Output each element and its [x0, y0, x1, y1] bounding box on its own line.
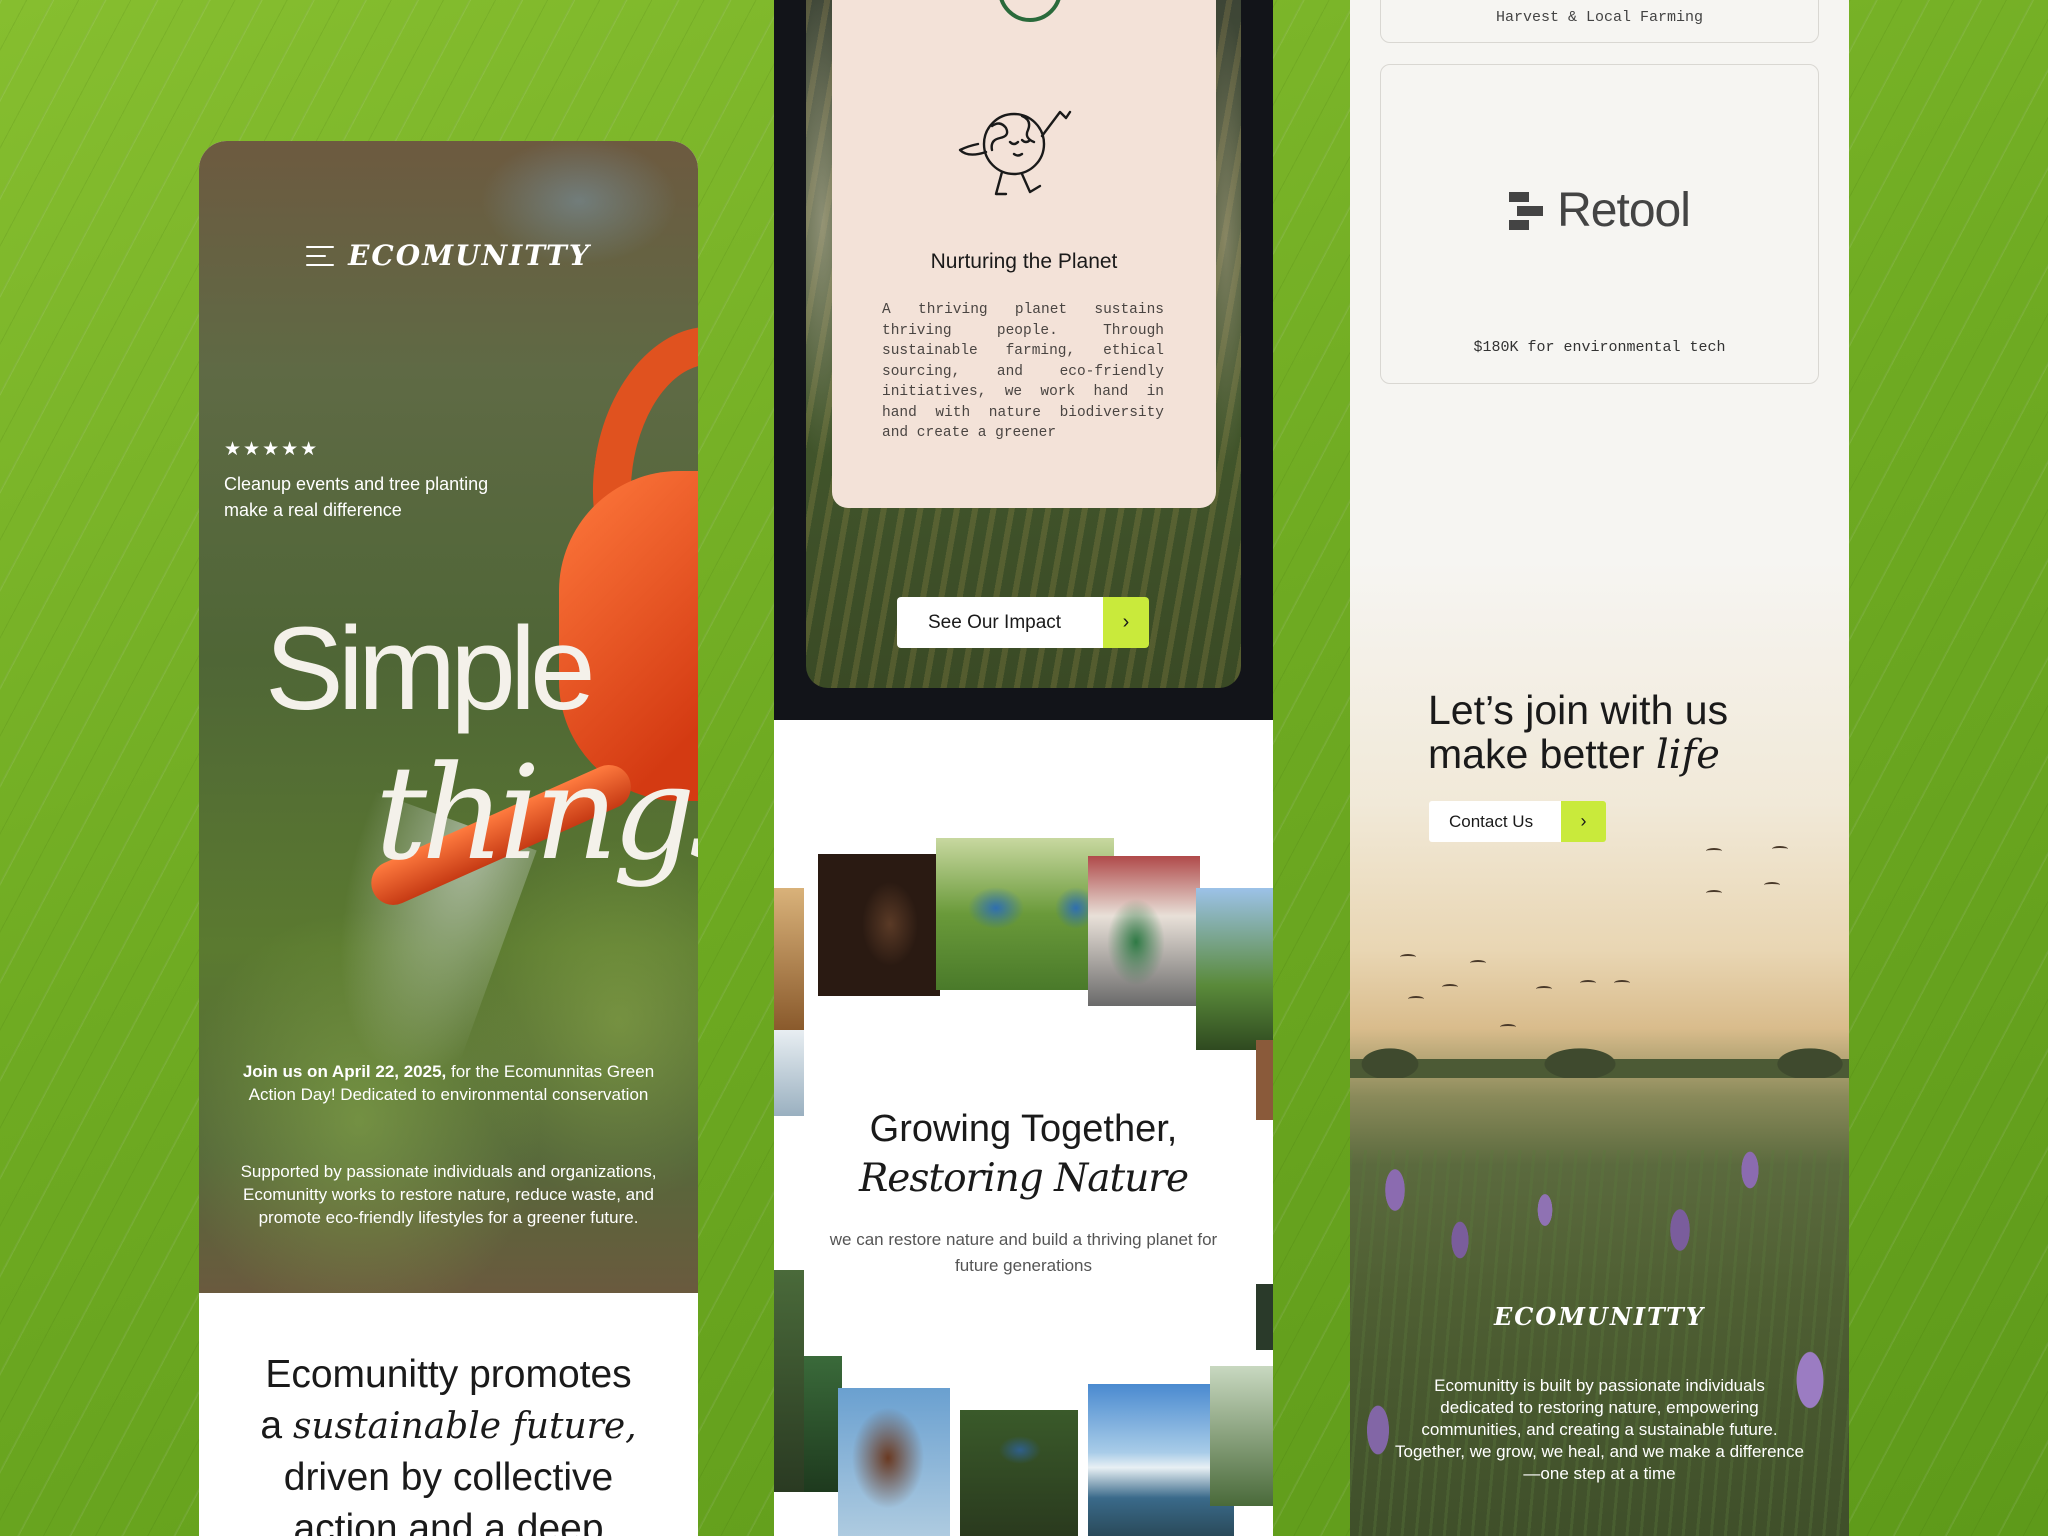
collage-photo-right-edge-2 — [1256, 1284, 1273, 1350]
program-card: Harvest & Local Farming — [1380, 0, 1819, 43]
collage-photo-child — [1088, 856, 1200, 1006]
chevron-right-icon: › — [1103, 597, 1149, 648]
growing-subtitle: Restoring Nature — [858, 1156, 1189, 1201]
collage-photo-soil — [774, 888, 804, 1030]
hero-title-word-2: things — [375, 737, 698, 889]
mission-line-4: action and a deep — [293, 1507, 604, 1536]
event-announcement: Join us on April 22, 2025, for the Ecomu… — [227, 1060, 670, 1106]
collage-photo-left-edge — [774, 1030, 804, 1116]
bird-icon — [1706, 848, 1722, 854]
rating-stars: ★★★★★ — [224, 439, 320, 460]
bird-icon — [1706, 890, 1722, 896]
tree-line — [1350, 1040, 1849, 1078]
cta-heading-line-1: Let’s join with us — [1428, 687, 1729, 733]
hero-tagline: Cleanup events and tree planting make a … — [224, 474, 489, 520]
hero-description: Supported by passionate individuals and … — [240, 1162, 657, 1227]
mobile-screen-contact: Harvest & Local Farming Retool $180K for… — [1350, 0, 1849, 1536]
collage-photo-plants — [804, 1356, 842, 1492]
collage-photo-landscape — [1210, 1366, 1273, 1506]
program-card-text: Harvest & Local Farming — [1495, 9, 1704, 26]
collage-photo-portrait — [818, 854, 940, 996]
hero-image: ECOMUNITTY ★★★★★ Cleanup events and tree… — [199, 141, 698, 1321]
cta-heading-emphasis: life — [1655, 732, 1720, 778]
hero-title-word-1: Simple — [265, 603, 596, 735]
value-card: Nurturing the Planet A thriving planet s… — [832, 0, 1216, 508]
bird-icon — [1580, 980, 1596, 986]
collage-photo-outdoor — [1196, 888, 1273, 1050]
bird-icon — [1442, 984, 1458, 990]
bird-icon — [1772, 846, 1788, 852]
event-date: Join us on April 22, 2025, — [242, 1062, 447, 1081]
contact-us-label: Contact Us — [1429, 801, 1561, 842]
mission-line-3: driven by collective — [283, 1456, 614, 1499]
card-text: A thriving planet sustains thriving peop… — [882, 302, 1164, 441]
cta-heading: Let’s join with us make better life — [1428, 688, 1728, 777]
collage-photo-gardening — [960, 1410, 1078, 1536]
mission-emphasis: sustainable future, — [292, 1406, 637, 1447]
sponsor-name: Retool — [1557, 184, 1691, 237]
see-impact-button[interactable]: See Our Impact › — [897, 597, 1149, 648]
mobile-screen-about: Nurturing the Planet A thriving planet s… — [774, 0, 1273, 1536]
retool-icon — [1509, 191, 1544, 230]
mission-statement: Ecomunitty promotes a sustainable future… — [199, 1349, 698, 1536]
bird-icon — [1536, 986, 1552, 992]
contact-us-button[interactable]: Contact Us › — [1429, 801, 1606, 842]
header: ECOMUNITTY — [199, 239, 698, 272]
bird-icon — [1470, 960, 1486, 966]
bird-icon — [1764, 882, 1780, 888]
card-top-icon — [998, 0, 1062, 22]
collage-photo-person — [838, 1388, 950, 1536]
brand-logo[interactable]: ECOMUNITTY — [348, 239, 591, 272]
dark-section: Nurturing the Planet A thriving planet s… — [774, 0, 1273, 720]
growing-text: we can restore nature and build a thrivi… — [829, 1230, 1218, 1275]
globe-icon — [958, 110, 1072, 196]
mission-line-2-prefix: a — [260, 1404, 293, 1447]
bird-icon — [1500, 1024, 1516, 1030]
bird-icon — [1400, 954, 1416, 960]
card-title: Nurturing the Planet — [930, 250, 1118, 273]
growing-title: Growing Together, — [869, 1108, 1178, 1150]
sponsor-amount: $180K for environmental tech — [1473, 339, 1726, 356]
footer-about-text: Ecomunitty is built by passionate indivi… — [1395, 1376, 1804, 1483]
sponsor-card: Retool $180K for environmental tech — [1380, 64, 1819, 384]
chevron-right-icon: › — [1561, 801, 1606, 842]
sponsor-logo: Retool — [1381, 183, 1818, 238]
cta-heading-line-2: make better — [1428, 731, 1656, 777]
mobile-screen-home: ECOMUNITTY ★★★★★ Cleanup events and tree… — [199, 141, 698, 1536]
bird-icon — [1614, 980, 1630, 986]
mission-line-1: Ecomunitty promotes — [265, 1353, 632, 1396]
bird-icon — [1408, 996, 1424, 1002]
menu-icon[interactable] — [306, 245, 335, 266]
footer-brand-logo[interactable]: ECOMUNITTY — [1350, 1302, 1849, 1331]
see-impact-label: See Our Impact — [897, 597, 1103, 648]
collage-photo-leaves — [774, 1270, 804, 1492]
